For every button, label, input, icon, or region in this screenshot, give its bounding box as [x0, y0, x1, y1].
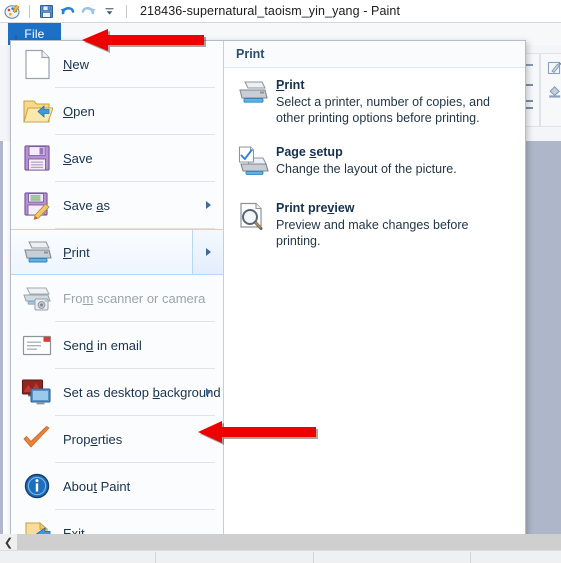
menu-item-about-paint-label: About Paint [63, 478, 131, 494]
menu-item-about-paint[interactable]: About Paint [11, 463, 223, 509]
chevron-right-icon [206, 388, 211, 396]
command-print-preview[interactable]: Print preview Preview and make changes b… [224, 187, 525, 258]
print-preview-icon [236, 200, 270, 234]
menu-item-set-as-desktop-background-label: Set as desktop background [63, 384, 221, 400]
save-as-icon [19, 188, 55, 222]
undo-icon[interactable] [58, 2, 77, 21]
menu-item-from-scanner-or-camera-label: From scanner or camera [63, 290, 206, 306]
status-separator [155, 552, 156, 563]
pencil-icon [547, 61, 561, 75]
backstage-left-menu: New Open Save Save as Print From scanner… [11, 41, 224, 545]
menu-item-from-scanner-or-camera: From scanner or camera [11, 275, 223, 321]
menu-item-open-label: Open [63, 103, 95, 119]
new-document-icon [19, 47, 55, 81]
window-title: 218436-supernatural_taoism_yin_yang - Pa… [140, 4, 401, 18]
open-folder-icon [19, 94, 55, 128]
command-print-preview-title: Print preview [276, 201, 355, 215]
menu-item-print[interactable]: Print [11, 229, 223, 275]
save-floppy-icon [19, 141, 55, 175]
print-pane-header: Print [224, 41, 525, 68]
qat-separator-2 [126, 4, 127, 18]
menu-item-open[interactable]: Open [11, 88, 223, 134]
menu-item-send-in-email[interactable]: Send in email [11, 322, 223, 368]
email-icon [19, 328, 55, 362]
command-print-title: Print [276, 78, 305, 92]
save-icon[interactable] [37, 2, 56, 21]
backstage-right-pane: Print Print Select a printer, number of … [224, 41, 525, 541]
ribbon-group-brushes: C F [540, 53, 561, 127]
command-page-setup-text: Page setup Change the layout of the pict… [276, 144, 457, 177]
command-page-setup[interactable]: Page setup Change the layout of the pict… [224, 135, 525, 187]
paint-window: 218436-supernatural_taoism_yin_yang - Pa… [0, 0, 561, 563]
menu-item-properties[interactable]: Properties [11, 416, 223, 462]
arrow-pointing-to-file-tab [80, 27, 208, 53]
chevron-right-icon [206, 201, 211, 209]
status-separator [313, 552, 314, 563]
horizontal-scrollbar[interactable]: ❮ [0, 534, 561, 550]
chevron-right-icon [206, 248, 211, 256]
menu-item-set-as-desktop-background[interactable]: Set as desktop background [11, 369, 223, 415]
page-setup-icon [236, 144, 270, 178]
command-page-setup-title: Page setup [276, 145, 343, 159]
menu-item-save-label: Save [63, 150, 93, 166]
paint-app-icon[interactable] [3, 2, 22, 21]
command-print-description: Select a printer, number of copies, and … [276, 95, 491, 125]
qat-separator-1 [29, 4, 30, 18]
menu-item-save-as-label: Save as [63, 197, 110, 213]
ribbon-item-fill[interactable]: F [547, 84, 561, 100]
scroll-left-arrow-icon[interactable]: ❮ [0, 534, 17, 550]
command-print-preview-description: Preview and make changes before printing… [276, 218, 469, 248]
menu-item-print-label: Print [63, 244, 90, 260]
status-bar [0, 550, 561, 563]
menu-item-save-as[interactable]: Save as [11, 182, 223, 228]
file-backstage-menu: New Open Save Save as Print From scanner… [10, 40, 526, 545]
title-bar: 218436-supernatural_taoism_yin_yang - Pa… [0, 0, 561, 22]
fill-with-color-icon [549, 86, 561, 98]
command-print[interactable]: Print Select a printer, number of copies… [224, 68, 525, 135]
printer-icon [19, 235, 55, 269]
customize-quick-access-icon[interactable] [100, 2, 119, 21]
about-info-icon [19, 469, 55, 503]
quick-access-toolbar: 218436-supernatural_taoism_yin_yang - Pa… [0, 0, 400, 22]
menu-item-send-in-email-label: Send in email [63, 337, 142, 353]
menu-item-save[interactable]: Save [11, 135, 223, 181]
command-print-text: Print Select a printer, number of copies… [276, 77, 515, 126]
status-separator [470, 552, 471, 563]
scanner-camera-icon [19, 281, 55, 315]
command-page-setup-description: Change the layout of the picture. [276, 162, 457, 176]
ribbon-item-pencil[interactable]: C [547, 60, 561, 76]
redo-icon[interactable] [79, 2, 98, 21]
command-print-preview-text: Print preview Preview and make changes b… [276, 200, 515, 249]
arrow-pointing-to-properties [196, 419, 320, 445]
properties-checkmark-icon [19, 422, 55, 456]
desktop-background-icon [19, 375, 55, 409]
printer-icon [236, 77, 270, 111]
menu-item-properties-label: Properties [63, 431, 123, 447]
menu-item-new-label: New [63, 56, 90, 72]
